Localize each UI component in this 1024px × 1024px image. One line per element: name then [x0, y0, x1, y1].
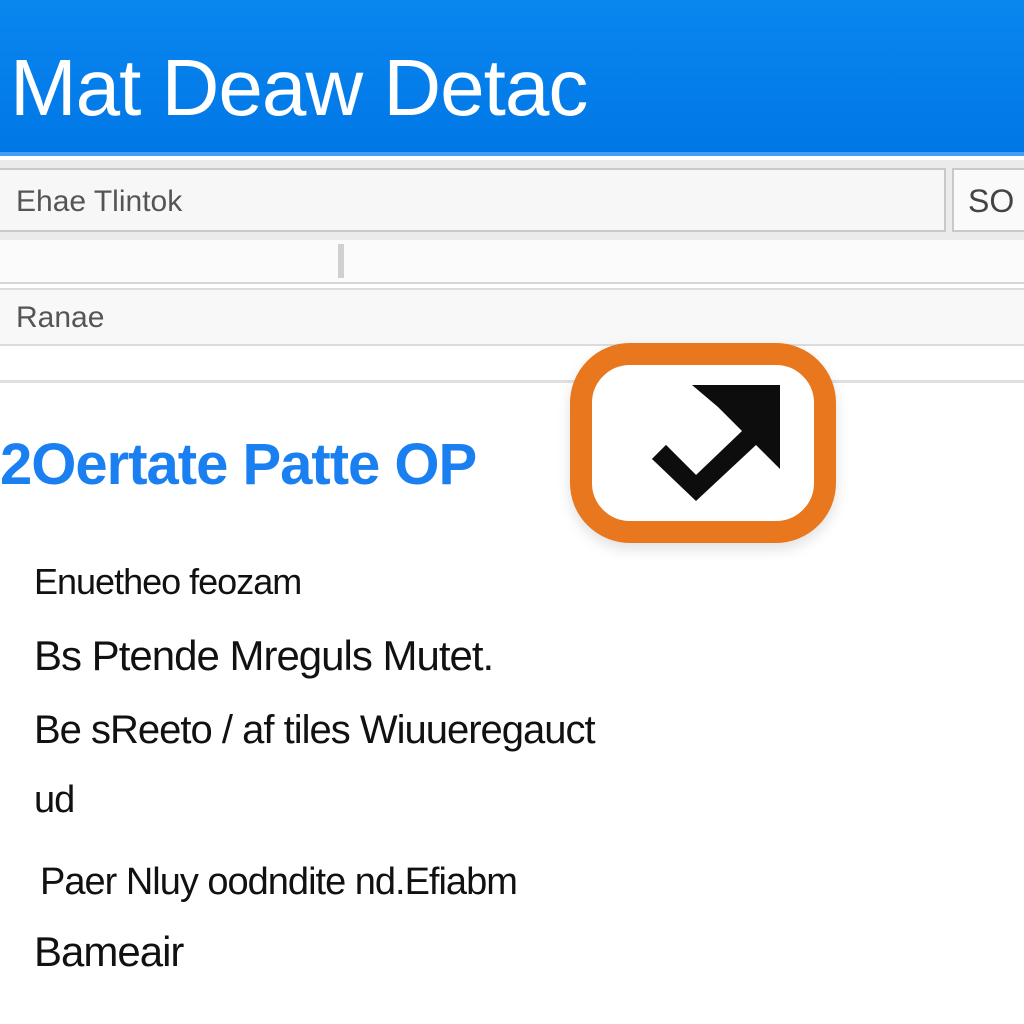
content-line-2: Bs Ptende Mreguls Mutet. — [34, 632, 494, 679]
check-arrow-icon — [652, 385, 780, 501]
split-divider[interactable] — [338, 244, 344, 278]
confirm-button[interactable] — [570, 343, 836, 543]
content-line-1: Enuetheo feozam — [34, 561, 302, 602]
content-line-6: Bameair — [34, 928, 184, 975]
content-line-4: ud — [34, 779, 75, 821]
toolbar-input[interactable]: Ehae Tlintok — [0, 168, 946, 232]
page: Mat Deaw Detac Ehae Tlintok SO Ranae 2Oe… — [0, 0, 1024, 1024]
app-title: Mat Deaw Detac — [10, 43, 588, 132]
toolbar-input-text: Ehae Tlintok — [16, 185, 183, 218]
content-line-5: Paer Nluy oodndite nd.Efiabm — [40, 861, 518, 903]
content-title: 2Oertate Patte OP — [0, 432, 477, 497]
content-line-3: Be sReeto / af tiles Wiuueregauct — [34, 708, 596, 752]
toolbar-button[interactable]: SO — [952, 168, 1024, 232]
toolbar-button-label: SO — [968, 183, 1015, 219]
field-row-text: Ranae — [16, 301, 105, 334]
content-panel: 2Oertate Patte OP Enuetheo feozam Bs Pte… — [0, 343, 1024, 1024]
field-row[interactable]: Ranae — [0, 288, 1024, 346]
toolbar-row: Ehae Tlintok SO — [0, 160, 1024, 240]
split-bar — [0, 240, 1024, 284]
header-bar: Mat Deaw Detac — [0, 0, 1024, 156]
